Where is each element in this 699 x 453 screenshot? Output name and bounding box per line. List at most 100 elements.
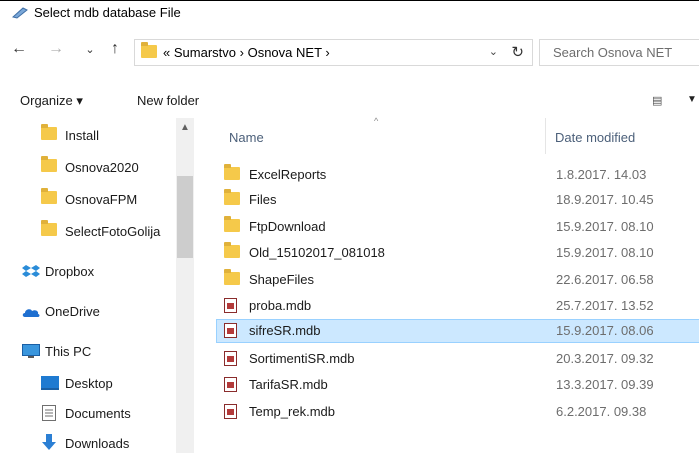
nav-item-label: Documents bbox=[65, 406, 131, 421]
nav-item-label: OsnovaFPM bbox=[65, 192, 138, 207]
nav-item-label: OneDrive bbox=[45, 304, 100, 319]
folder-icon bbox=[41, 220, 57, 239]
folder-icon bbox=[224, 269, 240, 288]
file-row[interactable]: ShapeFiles 22.6.2017. 06.58 bbox=[217, 269, 699, 291]
nav-item-label: Osnova2020 bbox=[65, 160, 139, 175]
nav-item-onedrive[interactable]: OneDrive bbox=[0, 298, 176, 326]
computer-icon bbox=[22, 344, 40, 362]
nav-item-desktop[interactable]: Desktop bbox=[0, 370, 176, 398]
organize-button[interactable]: Organize ▾ bbox=[20, 93, 83, 109]
file-name: SortimentiSR.mdb bbox=[249, 351, 355, 366]
up-arrow-icon[interactable]: ↑ bbox=[106, 40, 124, 58]
address-bar[interactable]: « Sumarstvo › Osnova NET › ⌄ ↻ bbox=[134, 39, 533, 66]
nav-item-downloads[interactable]: Downloads bbox=[0, 430, 176, 453]
sort-ascending-icon: ^ bbox=[374, 116, 379, 126]
file-name: sifreSR.mdb bbox=[249, 323, 321, 338]
nav-item-install[interactable]: Install bbox=[0, 122, 176, 150]
nav-item-osnovafpm[interactable]: OsnovaFPM bbox=[0, 186, 176, 214]
file-date: 15.9.2017. 08.10 bbox=[556, 245, 654, 260]
breadcrumb[interactable]: « Sumarstvo › Osnova NET › bbox=[163, 45, 330, 60]
file-name: proba.mdb bbox=[249, 298, 312, 313]
folder-icon bbox=[224, 242, 240, 261]
title-bar: Select mdb database File bbox=[0, 0, 699, 27]
file-date: 1.8.2017. 14.03 bbox=[556, 167, 647, 182]
file-date: 22.6.2017. 06.58 bbox=[556, 272, 654, 287]
nav-item-this-pc[interactable]: This PC bbox=[0, 338, 176, 366]
recent-locations-chevron-icon[interactable]: ⌄ bbox=[81, 43, 99, 56]
folder-icon bbox=[224, 164, 240, 183]
breadcrumb-separator[interactable]: › bbox=[240, 45, 244, 60]
file-row[interactable]: proba.mdb 25.7.2017. 13.52 bbox=[217, 295, 699, 317]
file-date: 13.3.2017. 09.39 bbox=[556, 377, 654, 392]
scroll-up-arrow-icon[interactable]: ▲ bbox=[180, 122, 190, 133]
column-header-name[interactable]: Name bbox=[229, 130, 264, 145]
nav-item-label: This PC bbox=[45, 344, 92, 359]
refresh-icon[interactable]: ↻ bbox=[511, 43, 524, 61]
address-dropdown-chevron-icon[interactable]: ⌄ bbox=[489, 45, 498, 58]
nav-item-label: Dropbox bbox=[45, 264, 95, 279]
column-headers: ^ Name Date modified bbox=[196, 116, 699, 154]
access-database-icon bbox=[224, 351, 237, 369]
column-divider[interactable] bbox=[545, 118, 546, 154]
file-row[interactable]: Temp_rek.mdb 6.2.2017. 09.38 bbox=[217, 401, 699, 423]
nav-item-label: Install bbox=[65, 128, 99, 143]
navigation-pane: Install Osnova2020 OsnovaFPM SelectFotoG… bbox=[0, 118, 180, 453]
file-row[interactable]: ExcelReports 1.8.2017. 14.03 bbox=[217, 164, 699, 186]
view-options-icon[interactable]: ▤ bbox=[652, 94, 662, 107]
nav-item-selectfotogolija[interactable]: SelectFotoGolija bbox=[0, 218, 176, 246]
scrollbar-thumb[interactable] bbox=[177, 176, 193, 258]
nav-item-label: Desktop bbox=[65, 376, 113, 391]
address-row: ← → ⌄ ↑ « Sumarstvo › Osnova NET › ⌄ ↻ S… bbox=[0, 30, 699, 66]
nav-item-label: Downloads bbox=[65, 436, 130, 451]
file-row[interactable]: Files 18.9.2017. 10.45 bbox=[217, 189, 699, 211]
documents-icon bbox=[42, 405, 56, 424]
file-date: 6.2.2017. 09.38 bbox=[556, 404, 647, 419]
file-date: 18.9.2017. 10.45 bbox=[556, 192, 654, 207]
file-row[interactable]: SortimentiSR.mdb 20.3.2017. 09.32 bbox=[217, 348, 699, 370]
folder-icon bbox=[41, 188, 57, 207]
access-database-icon bbox=[224, 323, 237, 341]
breadcrumb-item-osnova-net[interactable]: Osnova NET bbox=[248, 45, 322, 60]
file-date: 25.7.2017. 13.52 bbox=[556, 298, 654, 313]
window-title: Select mdb database File bbox=[34, 5, 181, 20]
file-name: FtpDownload bbox=[249, 219, 326, 234]
file-list: ^ Name Date modified ExcelReports 1.8.20… bbox=[196, 116, 699, 453]
file-name: ExcelReports bbox=[249, 167, 327, 182]
file-date: 15.9.2017. 08.10 bbox=[556, 219, 654, 234]
file-row[interactable]: Old_15102017_081018 15.9.2017. 08.10 bbox=[217, 242, 699, 264]
breadcrumb-item-sumarstvo[interactable]: Sumarstvo bbox=[174, 45, 236, 60]
file-name: Old_15102017_081018 bbox=[249, 245, 385, 260]
access-database-icon bbox=[224, 404, 237, 422]
dropbox-icon bbox=[22, 264, 40, 281]
search-input[interactable]: Search Osnova NET bbox=[539, 39, 699, 66]
file-row[interactable]: FtpDownload 15.9.2017. 08.10 bbox=[217, 216, 699, 238]
downloads-icon bbox=[41, 434, 57, 453]
folder-icon bbox=[141, 42, 157, 61]
file-row[interactable]: TarifaSR.mdb 13.3.2017. 09.39 bbox=[217, 374, 699, 396]
new-folder-button[interactable]: New folder bbox=[137, 93, 199, 108]
breadcrumb-overflow[interactable]: « bbox=[163, 45, 170, 60]
app-icon bbox=[12, 7, 28, 19]
file-name: ShapeFiles bbox=[249, 272, 315, 287]
nav-item-dropbox[interactable]: Dropbox bbox=[0, 258, 176, 286]
onedrive-icon bbox=[22, 306, 40, 321]
breadcrumb-separator[interactable]: › bbox=[325, 45, 329, 60]
nav-item-osnova2020[interactable]: Osnova2020 bbox=[0, 154, 176, 182]
file-row-selected[interactable]: sifreSR.mdb 15.9.2017. 08.06 bbox=[216, 319, 699, 343]
command-bar: Organize ▾ New folder ▤ ▼ bbox=[0, 84, 699, 118]
back-arrow-icon[interactable]: ← bbox=[10, 40, 28, 58]
folder-icon bbox=[224, 189, 240, 208]
nav-item-documents[interactable]: Documents bbox=[0, 400, 176, 428]
forward-arrow-icon[interactable]: → bbox=[47, 40, 65, 58]
file-date: 15.9.2017. 08.06 bbox=[556, 323, 654, 338]
nav-item-label: SelectFotoGolija bbox=[65, 224, 161, 239]
access-database-icon bbox=[224, 377, 237, 395]
file-name: Temp_rek.mdb bbox=[249, 404, 335, 419]
access-database-icon bbox=[224, 298, 237, 316]
column-header-date-modified[interactable]: Date modified bbox=[555, 130, 635, 145]
view-dropdown-icon[interactable]: ▼ bbox=[687, 94, 697, 105]
folder-icon bbox=[224, 216, 240, 235]
file-name: TarifaSR.mdb bbox=[249, 377, 328, 392]
search-placeholder: Search Osnova NET bbox=[553, 45, 673, 60]
navigation-scrollbar[interactable]: ▲ bbox=[176, 118, 194, 453]
